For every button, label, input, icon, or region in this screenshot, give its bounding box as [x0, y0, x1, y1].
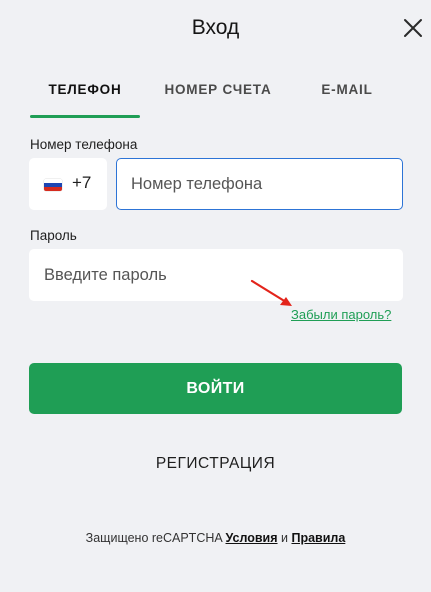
country-code-selector[interactable]: +7 — [29, 158, 107, 210]
phone-label: Номер телефона — [30, 137, 138, 152]
terms-link[interactable]: Условия — [226, 531, 278, 545]
country-code: +7 — [72, 173, 92, 192]
close-icon — [404, 19, 422, 37]
dialog-title: Вход — [191, 16, 240, 39]
tab-email[interactable]: E-MAIL — [292, 72, 402, 118]
login-button[interactable]: ВОЙТИ — [29, 363, 402, 414]
login-method-tabs: ТЕЛЕФОН НОМЕР СЧЕТА E-MAIL — [30, 72, 402, 118]
tab-account-number[interactable]: НОМЕР СЧЕТА — [150, 72, 286, 118]
phone-input[interactable] — [116, 158, 403, 210]
annotation-arrow-icon — [250, 279, 292, 306]
recaptcha-notice: Защищено reCAPTCHA Условия и Правила — [0, 531, 431, 545]
russia-flag-icon — [44, 179, 62, 191]
dialog-header: Вход — [0, 0, 431, 58]
active-tab-indicator — [30, 115, 140, 118]
recaptcha-text: Защищено reCAPTCHA — [85, 531, 223, 545]
password-label: Пароль — [30, 228, 77, 243]
forgot-password-link[interactable]: Забыли пароль? — [291, 307, 391, 322]
close-button[interactable] — [402, 17, 424, 39]
tab-phone[interactable]: ТЕЛЕФОН — [30, 72, 140, 118]
rules-link[interactable]: Правила — [291, 531, 345, 545]
register-button[interactable]: РЕГИСТРАЦИЯ — [29, 455, 402, 477]
and-text: и — [281, 531, 288, 545]
password-input[interactable] — [29, 249, 403, 301]
